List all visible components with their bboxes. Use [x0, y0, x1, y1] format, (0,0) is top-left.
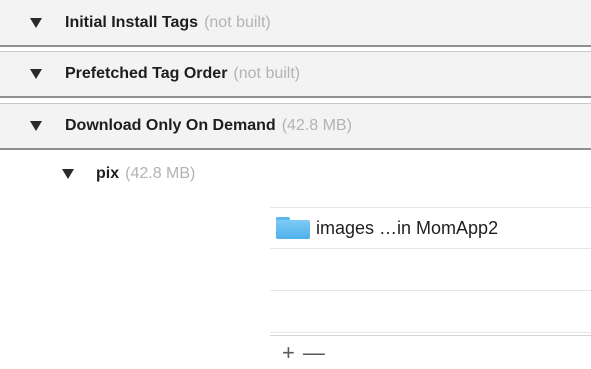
disclosure-triangle-icon[interactable]	[30, 121, 42, 131]
folder-icon	[276, 217, 310, 239]
disclosure-triangle-icon[interactable]	[30, 17, 42, 28]
section-title: Initial Install Tags	[65, 13, 199, 31]
resource-table: images …in MomApp2	[270, 207, 591, 333]
section-status: (42.8 MB)	[281, 117, 352, 134]
section-title: Prefetched Tag Order	[65, 65, 228, 82]
add-button[interactable]: +	[282, 341, 295, 364]
remove-button[interactable]: —	[303, 341, 325, 364]
section-status: (not built)	[204, 13, 271, 31]
section-prefetched-tag-order[interactable]: Prefetched Tag Order (not built)	[0, 51, 591, 98]
section-status: (not built)	[233, 65, 301, 82]
section-title: Download Only On Demand	[65, 117, 276, 134]
tag-row-pix[interactable]: pix (42.8 MB)	[0, 156, 591, 192]
tag-name: pix	[96, 165, 120, 182]
resource-row-empty[interactable]	[270, 291, 591, 333]
resource-row[interactable]: images …in MomApp2	[270, 207, 591, 249]
section-download-only-on-demand[interactable]: Download Only On Demand (42.8 MB)	[0, 103, 591, 150]
resource-row-empty[interactable]	[270, 249, 591, 291]
resource-label: images …in MomApp2	[316, 217, 499, 238]
disclosure-triangle-icon[interactable]	[62, 169, 74, 179]
section-initial-install-tags[interactable]: Initial Install Tags (not built)	[0, 0, 591, 47]
resource-toolbar: + —	[270, 335, 591, 369]
disclosure-triangle-icon[interactable]	[30, 69, 42, 79]
tag-size: (42.8 MB)	[125, 165, 196, 182]
